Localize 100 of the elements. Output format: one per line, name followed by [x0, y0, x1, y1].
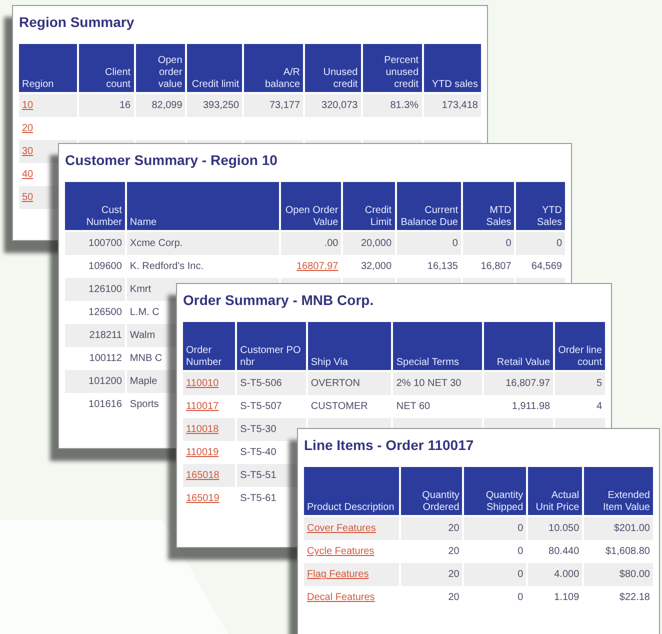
table-link[interactable]: 10 [22, 100, 34, 111]
table-cell: 0 [518, 523, 524, 534]
table-cell: 173,418 [442, 100, 478, 111]
table-cell: 32,000 [360, 261, 392, 272]
table-cell: $22.18 [619, 592, 650, 603]
table-cell: S-T5-61 [240, 493, 276, 504]
table-cell: 10.050 [548, 523, 580, 534]
table-cell: Maple [130, 376, 158, 387]
table-cell: S-T5-40 [240, 447, 276, 458]
table-link[interactable]: 110017 [186, 401, 219, 412]
table-cell: 80.440 [548, 546, 580, 557]
report-title: Region Summary [19, 14, 134, 30]
table-cell: .00 [324, 238, 338, 249]
table-cell: 0 [452, 238, 458, 249]
column-header: YTD sales [424, 44, 481, 94]
table-link[interactable]: 20 [22, 123, 34, 134]
column-header: Customer PO nbr [237, 322, 306, 372]
table-link[interactable]: 30 [22, 146, 34, 157]
table-cell: $201.00 [614, 523, 650, 534]
table-cell: S-T5-507 [240, 401, 282, 412]
column-header: Open order value [136, 44, 186, 94]
table-cell: 4 [596, 401, 602, 412]
column-header: Retail Value [484, 322, 554, 372]
table-cell: 126500 [88, 307, 122, 318]
table-cell: 16,807 [480, 261, 512, 272]
table-link[interactable]: 165019 [186, 493, 220, 504]
column-header: Quantity Shipped [464, 467, 526, 517]
table-cell: 81.3% [390, 100, 419, 111]
column-header: Open Order Value [280, 182, 342, 232]
table-cell: NET 60 [396, 401, 430, 412]
table-cell: 1,911.98 [512, 401, 550, 412]
table-cell: 109600 [88, 261, 122, 272]
column-header: Current Balance Due [396, 182, 461, 232]
table-cell: 393,250 [202, 100, 240, 111]
table-cell: $80.00 [619, 569, 650, 580]
table-cell: 0 [506, 238, 512, 249]
table-cell: S-T5-30 [240, 424, 276, 435]
table-cell: K. Redford's Inc. [130, 261, 204, 272]
table-cell: 100700 [88, 238, 122, 249]
table-cell: 20 [448, 592, 460, 603]
table-cell: $1,608.80 [606, 546, 650, 557]
table-link[interactable]: 110019 [186, 447, 219, 458]
column-header: Quantity Ordered [400, 467, 462, 517]
table-cell: 101200 [88, 376, 122, 387]
table-cell: Kmrt [130, 284, 152, 295]
table-cell: 0 [518, 569, 524, 580]
column-header: Cust Number [65, 182, 125, 232]
table-cell: L.M. C [130, 307, 160, 318]
table-cell: OVERTON [310, 378, 360, 389]
table-cell: 320,073 [322, 100, 358, 111]
column-header: Product Description [304, 467, 399, 517]
table-cell: Walm [130, 330, 156, 341]
table-cell: 16,135 [427, 261, 458, 272]
table-cell: 0 [556, 238, 562, 249]
table-cell: 20,000 [360, 238, 392, 249]
table-cell: 20 [448, 546, 460, 557]
column-header: Unused credit [305, 44, 361, 94]
table-link[interactable]: 50 [22, 192, 34, 203]
column-header: Extended Item Value [584, 467, 653, 517]
column-header: Region [19, 44, 78, 94]
column-header: A/R balance [244, 44, 304, 94]
table-cell: 5 [596, 378, 602, 389]
table-cell: 4.000 [554, 569, 580, 580]
table-cell: MNB C [130, 353, 162, 364]
column-header: Credit limit [187, 44, 242, 94]
column-header: Order line count [555, 322, 605, 372]
report-title: Customer Summary - Region 10 [65, 152, 278, 168]
table-link[interactable]: 16807.97 [296, 261, 338, 272]
table-link[interactable]: 40 [22, 169, 34, 180]
report-title: Line Items - Order 110017 [304, 437, 474, 453]
column-header: Credit Limit [343, 182, 395, 232]
column-header: Name [126, 182, 279, 232]
table-cell: 82,099 [152, 100, 182, 111]
table-cell: S-T5-506 [240, 378, 282, 389]
table-cell: 0 [518, 546, 524, 557]
column-header: Percent unused credit [362, 44, 422, 94]
table-link[interactable]: Decal Features [307, 592, 375, 603]
table-cell: Xcme Corp. [130, 238, 183, 249]
column-header: YTD Sales [516, 182, 565, 232]
column-header: MTD Sales [462, 182, 514, 232]
column-header: Actual Unit Price [528, 467, 582, 517]
table-cell: 2% 10 NET 30 [396, 378, 462, 389]
column-header: Special Terms [393, 322, 482, 372]
table-cell: 218211 [89, 330, 122, 341]
table-cell: 20 [448, 569, 460, 580]
table-cell: 16,807.97 [506, 378, 550, 389]
table-cell: CUSTOMER [310, 401, 368, 412]
table-cell: 20 [448, 523, 460, 534]
table-cell: Sports [130, 399, 159, 410]
table-cell: 126100 [88, 284, 122, 295]
table-cell: 73,177 [269, 100, 300, 111]
table-cell: S-T5-51 [240, 470, 276, 481]
table-cell: 16 [119, 100, 131, 111]
table-cell: 64,569 [531, 261, 562, 272]
report-title: Order Summary - MNB Corp. [183, 292, 374, 308]
table-link[interactable]: Cycle Features [307, 546, 374, 557]
column-header: Order Number [183, 322, 236, 372]
table-cell: 1.109 [554, 592, 580, 603]
column-header: Ship Via [308, 322, 392, 372]
table-cell: 0 [518, 592, 524, 603]
